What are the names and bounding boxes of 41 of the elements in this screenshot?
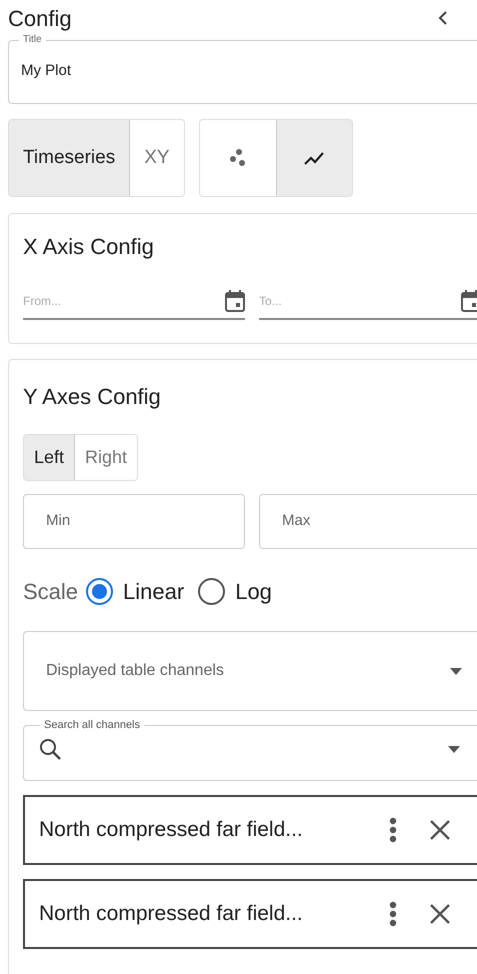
line-chart-icon bbox=[303, 150, 326, 166]
field-label: Title bbox=[22, 34, 43, 46]
more-options-icon[interactable] bbox=[389, 901, 397, 927]
axis-side-tab[interactable]: Right bbox=[74, 435, 138, 480]
close-icon[interactable] bbox=[429, 819, 451, 841]
plot-type-tab[interactable]: Timeseries bbox=[9, 120, 130, 196]
field-placeholder: Min bbox=[46, 511, 70, 532]
field-placeholder: Displayed table channels bbox=[46, 661, 224, 681]
field-label: Search all channels bbox=[43, 719, 142, 731]
number-field[interactable]: Max bbox=[259, 494, 477, 549]
collapse-chevron-icon[interactable] bbox=[438, 10, 448, 26]
number-field[interactable]: Min bbox=[23, 494, 245, 549]
calendar-icon[interactable] bbox=[461, 290, 477, 312]
radio-button[interactable] bbox=[198, 578, 226, 604]
channel-name: North compressed far field... bbox=[39, 901, 304, 928]
radio-button[interactable] bbox=[86, 578, 114, 604]
channel-name: North compressed far field... bbox=[39, 817, 304, 844]
radio-label: Log bbox=[235, 578, 272, 606]
channel-chip[interactable]: North compressed far field... bbox=[23, 879, 477, 949]
section-title: Y Axes Config bbox=[23, 383, 162, 411]
channel-search-field[interactable]: Search all channels bbox=[23, 719, 477, 781]
channels-dropdown[interactable]: Displayed table channels bbox=[23, 631, 477, 711]
more-options-icon[interactable] bbox=[389, 817, 397, 843]
axis-side-tab[interactable]: Left bbox=[24, 435, 74, 480]
dropdown-caret-icon[interactable] bbox=[448, 746, 460, 752]
dropdown-caret-icon[interactable] bbox=[450, 668, 462, 674]
plot-style-toggle[interactable] bbox=[276, 120, 352, 196]
channel-chip[interactable]: North compressed far field... bbox=[23, 795, 477, 865]
radio-label: Linear bbox=[123, 578, 184, 606]
search-icon bbox=[38, 737, 62, 761]
section-title: X Axis Config bbox=[23, 233, 155, 261]
field-placeholder: To... bbox=[259, 293, 282, 310]
field-placeholder: From... bbox=[23, 293, 61, 310]
field-value: My Plot bbox=[21, 61, 72, 81]
calendar-icon[interactable] bbox=[225, 290, 245, 312]
field-placeholder: Max bbox=[282, 511, 310, 532]
panel-title: Config bbox=[8, 4, 72, 33]
plot-type-tab[interactable]: XY bbox=[129, 120, 184, 196]
scale-label: Scale bbox=[23, 578, 78, 606]
close-icon[interactable] bbox=[429, 903, 451, 925]
title-field[interactable]: Title My Plot bbox=[8, 34, 477, 104]
